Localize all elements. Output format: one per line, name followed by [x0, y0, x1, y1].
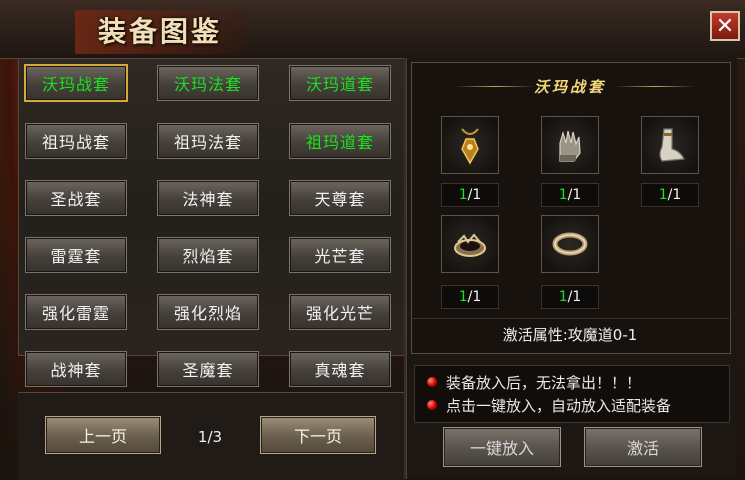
glove-icon	[559, 130, 581, 162]
set-button-woma-mage[interactable]: 沃玛法套	[157, 65, 259, 101]
activation-attribute: 激活属性:攻魔道0-1	[411, 318, 729, 349]
item-count-5: 1/1	[541, 285, 599, 309]
bracelet-icon	[454, 233, 486, 257]
item-slot-5[interactable]	[541, 215, 599, 273]
red-bullet-icon	[427, 400, 437, 410]
item-slot-2[interactable]	[541, 116, 599, 174]
close-button[interactable]: ✕	[710, 11, 740, 41]
boot-icon	[659, 128, 685, 162]
notice-box: 装备放入后，无法拿出！！！ 点击一键放入，自动放入适配装备	[414, 365, 730, 423]
set-button-zuma-warrior[interactable]: 祖玛战套	[25, 123, 127, 159]
set-button-war-god[interactable]: 战神套	[25, 351, 127, 387]
set-name-bar: 沃玛战套	[411, 66, 729, 106]
set-button-woma-taoist[interactable]: 沃玛道套	[289, 65, 391, 101]
set-button-thunder[interactable]: 雷霆套	[25, 237, 127, 273]
set-button-holy-demon[interactable]: 圣魔套	[157, 351, 259, 387]
page-indicator: 1/3	[197, 428, 223, 446]
set-button-heaven-lord[interactable]: 天尊套	[289, 180, 391, 216]
set-button-holy-war[interactable]: 圣战套	[25, 180, 127, 216]
item-count-4: 1/1	[441, 285, 499, 309]
set-button-radiance[interactable]: 光芒套	[289, 237, 391, 273]
red-bullet-icon	[427, 377, 437, 387]
necklace-icon	[461, 128, 479, 165]
set-button-woma-warrior[interactable]: 沃玛战套	[24, 64, 128, 102]
item-count-2: 1/1	[541, 183, 599, 207]
item-slot-3[interactable]	[641, 116, 699, 174]
auto-place-button[interactable]: 一键放入	[443, 427, 561, 467]
item-count-3: 1/1	[641, 183, 699, 207]
notice-line-2: 点击一键放入，自动放入适配装备	[427, 394, 671, 416]
next-page-button[interactable]: 下一页	[260, 416, 376, 454]
item-slot-1[interactable]	[441, 116, 499, 174]
window-title: 装备图鉴	[98, 15, 223, 48]
set-name: 沃玛战套	[533, 77, 606, 96]
activate-button[interactable]: 激活	[584, 427, 702, 467]
prev-page-button[interactable]: 上一页	[45, 416, 161, 454]
set-button-flame[interactable]: 烈焰套	[157, 237, 259, 273]
close-icon: ✕	[715, 13, 735, 39]
set-button-enhanced-radiance[interactable]: 强化光芒	[289, 294, 391, 330]
notice-text-2: 点击一键放入，自动放入适配装备	[446, 396, 672, 415]
set-button-zuma-taoist[interactable]: 祖玛道套	[289, 123, 391, 159]
item-count-1: 1/1	[441, 183, 499, 207]
set-button-enhanced-thunder[interactable]: 强化雷霆	[25, 294, 127, 330]
ring-icon	[552, 232, 588, 256]
set-button-true-soul[interactable]: 真魂套	[289, 351, 391, 387]
set-button-mage-god[interactable]: 法神套	[157, 180, 259, 216]
notice-line-1: 装备放入后，无法拿出！！！	[427, 371, 641, 393]
notice-text-1: 装备放入后，无法拿出！！！	[446, 373, 642, 392]
set-button-enhanced-flame[interactable]: 强化烈焰	[157, 294, 259, 330]
item-slot-4[interactable]	[441, 215, 499, 273]
set-button-zuma-mage[interactable]: 祖玛法套	[157, 123, 259, 159]
